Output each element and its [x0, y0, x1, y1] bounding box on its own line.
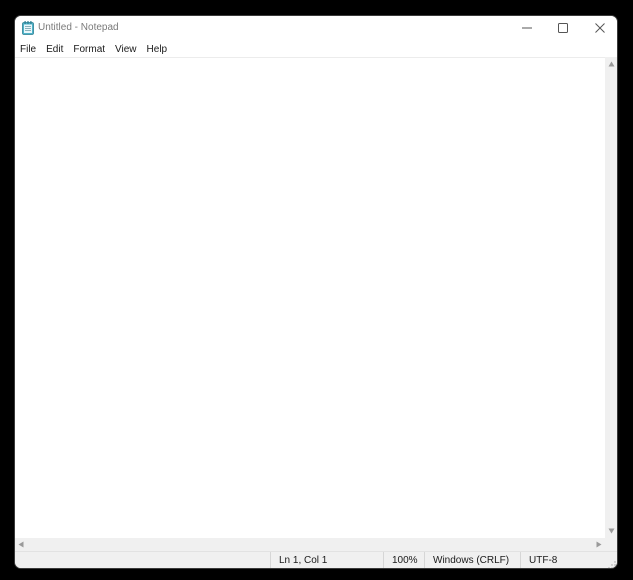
menu-help[interactable]: Help — [142, 42, 173, 57]
scrollbar-corner — [605, 538, 617, 551]
scroll-up-icon[interactable] — [608, 61, 615, 67]
close-icon — [595, 23, 605, 33]
status-zoom: 100% — [383, 552, 424, 568]
window-title: Untitled - Notepad — [38, 22, 119, 33]
scroll-down-icon[interactable] — [608, 528, 615, 534]
title-bar[interactable]: Untitled - Notepad — [15, 16, 617, 42]
editor-area — [15, 57, 605, 538]
menu-edit[interactable]: Edit — [41, 42, 68, 57]
status-encoding: UTF-8 — [520, 552, 617, 568]
notepad-icon — [22, 21, 34, 35]
maximize-button[interactable] — [545, 16, 581, 40]
minimize-button[interactable] — [509, 16, 545, 40]
scroll-left-icon[interactable] — [18, 541, 24, 548]
close-button[interactable] — [582, 16, 617, 40]
horizontal-scrollbar[interactable] — [15, 538, 605, 551]
menu-file[interactable]: File — [15, 42, 41, 57]
minimize-icon — [522, 27, 532, 29]
text-editor[interactable] — [15, 58, 605, 538]
scroll-right-icon[interactable] — [596, 541, 602, 548]
notepad-window: Untitled - Notepad File Edit Format View… — [14, 15, 618, 569]
menu-format[interactable]: Format — [68, 42, 110, 57]
status-line-ending: Windows (CRLF) — [424, 552, 520, 568]
menu-view[interactable]: View — [110, 42, 142, 57]
menu-bar: File Edit Format View Help — [15, 42, 617, 57]
maximize-icon — [558, 23, 568, 33]
status-cursor-position: Ln 1, Col 1 — [270, 552, 383, 568]
status-bar: Ln 1, Col 1 100% Windows (CRLF) UTF-8 — [15, 551, 617, 569]
resize-grip-icon[interactable] — [608, 561, 616, 569]
vertical-scrollbar[interactable] — [605, 57, 617, 538]
